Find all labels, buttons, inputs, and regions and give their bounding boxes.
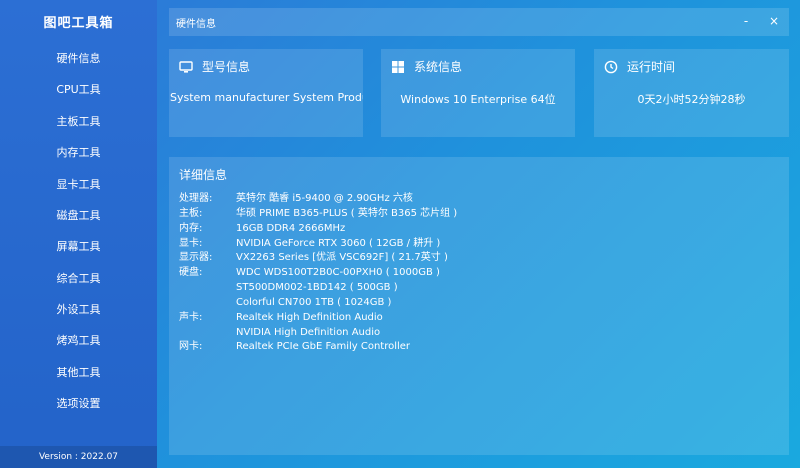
spec-label: 硬盘: xyxy=(179,267,203,278)
sidebar-item-hardware-info[interactable]: 硬件信息 xyxy=(0,46,157,72)
spec-value: VX2263 Series [优派 VSC692F] ( 21.7英寸 ) xyxy=(236,252,448,263)
sidebar-item-cpu-tools[interactable]: CPU工具 xyxy=(0,77,157,103)
spec-value: Colorful CN700 1TB ( 1024GB ) xyxy=(236,297,392,308)
spec-row-network: 网卡: Realtek PCIe GbE Family Controller xyxy=(179,339,410,354)
sidebar-item-motherboard-tools[interactable]: 主板工具 xyxy=(0,109,157,135)
card-model-value: System manufacturer System Product Name xyxy=(170,91,363,104)
spec-label: 网卡: xyxy=(179,341,203,352)
sidebar-item-peripheral-tools[interactable]: 外设工具 xyxy=(0,297,157,323)
spec-value: ST500DM002-1BD142 ( 500GB ) xyxy=(236,282,398,293)
sidebar: 图吧工具箱 硬件信息 CPU工具 主板工具 内存工具 显卡工具 磁盘工具 屏幕工… xyxy=(0,0,157,468)
spec-value: WDC WDS100T2B0C-00PXH0 ( 1000GB ) xyxy=(236,267,440,278)
spec-value: Realtek PCIe GbE Family Controller xyxy=(236,341,411,352)
spec-row-audio-2: NVIDIA High Definition Audio xyxy=(179,325,380,340)
window-titlebar: 硬件信息 - × xyxy=(169,8,789,36)
window-title: 硬件信息 xyxy=(176,19,216,30)
card-uptime-value: 0天2小时52分钟28秒 xyxy=(637,93,746,106)
spec-row-motherboard: 主板: 华硕 PRIME B365-PLUS ( 英特尔 B365 芯片组 ) xyxy=(179,206,457,221)
spec-value: 华硕 PRIME B365-PLUS ( 英特尔 B365 芯片组 ) xyxy=(236,208,458,219)
minimize-button[interactable]: - xyxy=(738,13,754,29)
spec-value: NVIDIA High Definition Audio xyxy=(236,327,381,338)
detail-panel: 详细信息 处理器: 英特尔 酷睿 i5-9400 @ 2.90GHz 六核 主板:… xyxy=(169,157,789,455)
sidebar-item-general-tools[interactable]: 综合工具 xyxy=(0,266,157,292)
sidebar-item-stress-tools[interactable]: 烤鸡工具 xyxy=(0,328,157,354)
sidebar-item-disk-tools[interactable]: 磁盘工具 xyxy=(0,203,157,229)
card-system-info: 系统信息 Windows 10 Enterprise 64位 xyxy=(381,49,575,137)
card-system-title: 系统信息 xyxy=(414,59,463,74)
sidebar-item-other-tools[interactable]: 其他工具 xyxy=(0,360,157,386)
sidebar-item-settings[interactable]: 选项设置 xyxy=(0,391,157,417)
card-model-info: 型号信息 System manufacturer System Product … xyxy=(169,49,363,137)
spec-value: 16GB DDR4 2666MHz xyxy=(236,223,346,234)
card-uptime: 运行时间 0天2小时52分钟28秒 xyxy=(594,49,789,137)
spec-label: 显示器: xyxy=(179,252,213,263)
card-model-title: 型号信息 xyxy=(202,59,251,74)
app-title: 图吧工具箱 xyxy=(43,16,114,31)
monitor-icon xyxy=(179,59,193,73)
spec-value: Realtek High Definition Audio xyxy=(236,312,383,323)
spec-row-disk-2: ST500DM002-1BD142 ( 500GB ) xyxy=(179,280,398,295)
spec-label: 主板: xyxy=(179,208,203,219)
detail-title: 详细信息 xyxy=(179,168,228,182)
clock-icon xyxy=(604,59,618,74)
spec-row-memory: 内存: 16GB DDR4 2666MHz xyxy=(179,221,345,236)
spec-label: 内存: xyxy=(179,223,203,234)
version-label: Version : 2022.07 xyxy=(0,446,157,468)
spec-label: 声卡: xyxy=(179,312,203,323)
spec-value: 英特尔 酷睿 i5-9400 @ 2.90GHz 六核 xyxy=(236,193,413,204)
sidebar-item-screen-tools[interactable]: 屏幕工具 xyxy=(0,234,157,260)
spec-label: 处理器: xyxy=(179,193,213,204)
card-system-value: Windows 10 Enterprise 64位 xyxy=(400,93,556,106)
spec-row-audio: 声卡: Realtek High Definition Audio xyxy=(179,310,383,325)
card-uptime-title: 运行时间 xyxy=(627,59,676,74)
spec-row-disk: 硬盘: WDC WDS100T2B0C-00PXH0 ( 1000GB ) xyxy=(179,265,440,280)
spec-row-cpu: 处理器: 英特尔 酷睿 i5-9400 @ 2.90GHz 六核 xyxy=(179,191,413,206)
spec-row-disk-3: Colorful CN700 1TB ( 1024GB ) xyxy=(179,295,391,310)
spec-value: NVIDIA GeForce RTX 3060 ( 12GB / 耕升 ) xyxy=(236,238,441,249)
sidebar-item-memory-tools[interactable]: 内存工具 xyxy=(0,140,157,166)
close-button[interactable]: × xyxy=(766,13,782,29)
sidebar-item-gpu-tools[interactable]: 显卡工具 xyxy=(0,172,157,198)
spec-label: 显卡: xyxy=(179,238,203,249)
spec-row-monitor: 显示器: VX2263 Series [优派 VSC692F] ( 21.7英寸 … xyxy=(179,250,448,265)
spec-row-gpu: 显卡: NVIDIA GeForce RTX 3060 ( 12GB / 耕升 ) xyxy=(179,236,440,251)
windows-icon xyxy=(391,59,405,73)
